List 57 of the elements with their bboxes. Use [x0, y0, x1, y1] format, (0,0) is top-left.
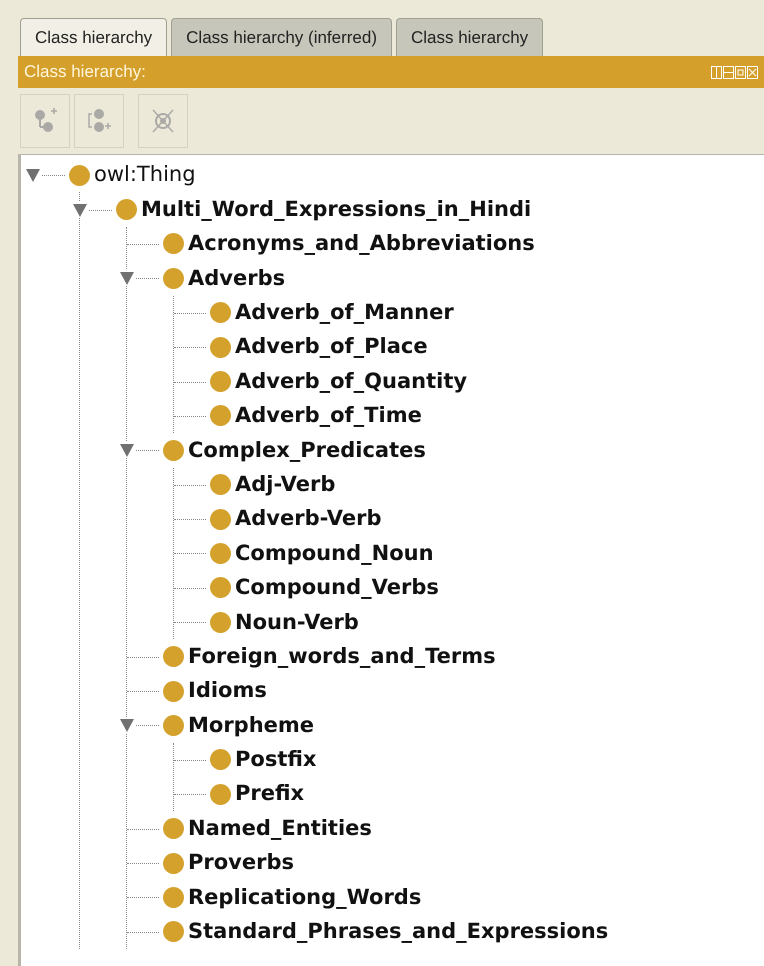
class-label[interactable]: Acronyms_and_Abbreviations	[188, 228, 535, 260]
class-bullet-icon	[163, 714, 184, 736]
class-bullet-icon	[210, 542, 231, 564]
class-bullet-icon	[163, 440, 184, 461]
class-bullet-icon	[210, 405, 231, 426]
minimize-icon[interactable]	[723, 66, 734, 78]
class-label[interactable]: Adverb_of_Quantity	[235, 366, 468, 398]
split-view-icon[interactable]	[711, 66, 722, 78]
class-bullet-icon	[163, 852, 184, 874]
panel-title: Class hierarchy:	[24, 61, 146, 84]
class-label[interactable]: Adverbs	[188, 262, 286, 294]
class-bullet-icon	[163, 680, 184, 702]
class-bullet-icon	[210, 749, 231, 770]
class-bullet-icon	[69, 164, 90, 186]
class-bullet-icon	[210, 577, 231, 598]
class-bullet-icon	[163, 886, 184, 908]
delete-class-icon	[150, 107, 176, 135]
class-bullet-icon	[210, 302, 231, 324]
class-bullet-icon	[210, 612, 231, 633]
class-bullet-icon	[163, 233, 184, 254]
class-bullet-icon	[210, 336, 231, 358]
class-label[interactable]: Named_Entities	[188, 812, 372, 844]
close-icon[interactable]	[747, 66, 758, 78]
class-label[interactable]: Multi_Word_Expressions_in_Hindi	[141, 194, 532, 226]
class-label[interactable]: Noun-Verb	[235, 606, 359, 638]
class-label[interactable]: Adverb_of_Time	[235, 400, 422, 432]
class-label[interactable]: Standard_Phrases_and_Expressions	[188, 916, 608, 948]
class-bullet-icon	[163, 921, 184, 942]
class-bullet-icon	[163, 268, 184, 289]
class-label[interactable]: Morpheme	[188, 710, 314, 742]
class-label[interactable]: Adverb-Verb	[235, 503, 382, 535]
class-bullet-icon	[210, 474, 231, 496]
class-label[interactable]: Compound_Verbs	[235, 572, 439, 604]
class-label[interactable]: Adj-Verb	[235, 468, 336, 500]
tab[interactable]: Class hierarchy	[396, 18, 544, 56]
class-bullet-icon	[210, 371, 231, 392]
class-bullet-icon	[163, 818, 184, 840]
class-label[interactable]: Idioms	[188, 675, 267, 707]
tab[interactable]: Class hierarchy	[20, 18, 168, 56]
class-bullet-icon	[210, 508, 231, 530]
tab[interactable]: Class hierarchy (inferred)	[171, 18, 392, 56]
class-label[interactable]: Complex_Predicates	[188, 434, 426, 466]
class-label[interactable]: Compound_Noun	[235, 538, 434, 570]
class-label[interactable]: Postfix	[235, 744, 316, 776]
class-label[interactable]: Adverb_of_Place	[235, 331, 428, 363]
class-label[interactable]: Adverb_of_Manner	[235, 297, 454, 328]
class-label[interactable]: Replicationg_Words	[188, 882, 422, 914]
class-bullet-icon	[116, 199, 137, 220]
class-bullet-icon	[210, 784, 231, 805]
add-sibling-icon	[86, 107, 112, 135]
class-label[interactable]: Proverbs	[188, 847, 294, 879]
class-bullet-icon	[163, 646, 184, 668]
class-label[interactable]: owl:Thing	[94, 159, 196, 191]
maximize-icon[interactable]	[735, 66, 746, 78]
class-label[interactable]: Foreign_words_and_Terms	[188, 640, 496, 672]
class-label[interactable]: Prefix	[235, 778, 304, 810]
add-subclass-icon	[32, 107, 58, 135]
